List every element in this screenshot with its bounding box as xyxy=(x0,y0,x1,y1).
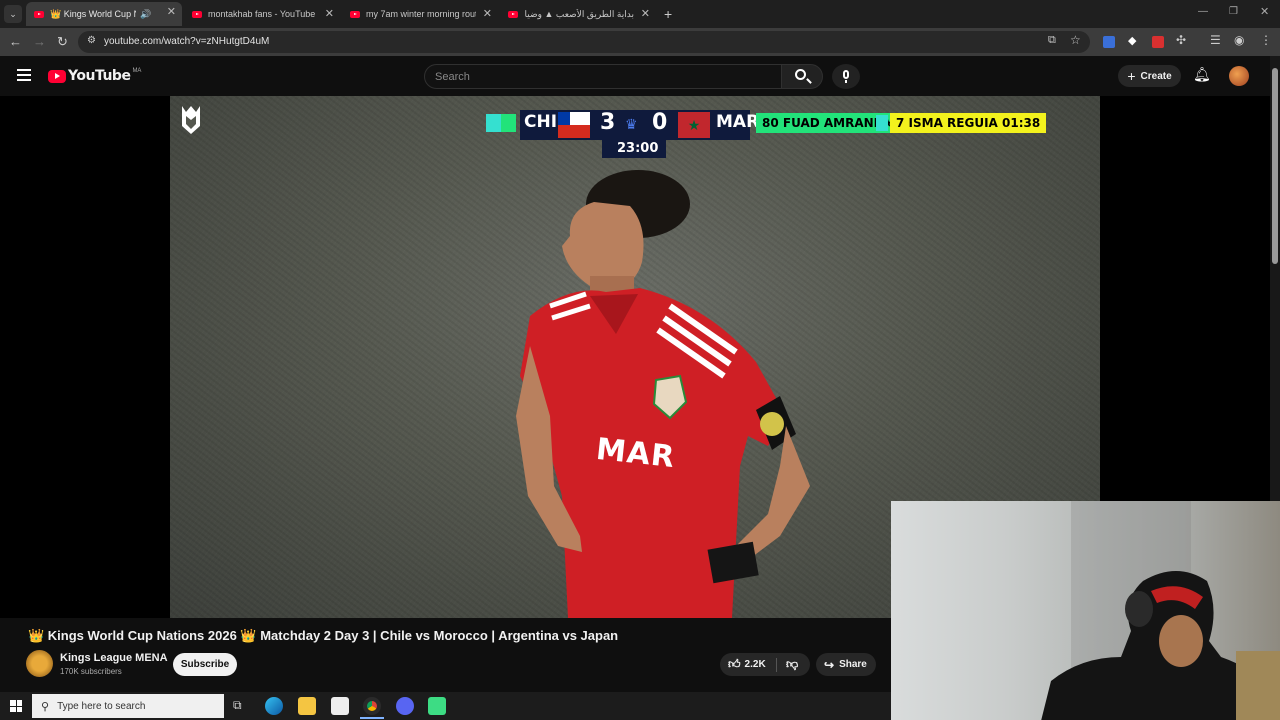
hamburger-menu-icon[interactable] xyxy=(17,69,31,81)
close-window-icon[interactable]: ✕ xyxy=(1260,5,1269,18)
subscriber-count: 170K subscribers xyxy=(60,667,122,676)
plus-icon: + xyxy=(1127,68,1136,84)
avatar[interactable] xyxy=(1229,66,1249,86)
tab-arabic-video[interactable]: بداية الطريق الأصعب ▲ وضياف ✕ xyxy=(500,4,656,24)
red-extension-icon[interactable] xyxy=(1152,36,1164,48)
cabinet xyxy=(1236,651,1280,720)
tab-search-button[interactable]: ⌄ xyxy=(4,5,22,23)
kings-emblem-icon: ♛ xyxy=(625,116,638,132)
close-tab-icon[interactable]: ✕ xyxy=(483,7,492,20)
taskbar-search-placeholder: Type here to search xyxy=(57,700,146,712)
scrollbar-thumb[interactable] xyxy=(1272,68,1278,264)
address-bar[interactable]: ⚙ youtube.com/watch?v=zNHutgtD4uM ⧉ ☆ xyxy=(78,31,1090,53)
tab-bar: ⌄ 👑 Kings World Cup Nations 🔊 ✕ montakha… xyxy=(0,0,1280,28)
restore-icon[interactable]: ❐ xyxy=(1229,6,1238,17)
card-separator xyxy=(876,115,888,131)
voice-search-button[interactable] xyxy=(832,64,860,89)
dislike-button[interactable]: 👎︎ xyxy=(777,657,798,672)
share-button[interactable]: ↪ Share xyxy=(816,653,876,676)
tab-kings-world-cup[interactable]: 👑 Kings World Cup Nations 🔊 ✕ xyxy=(26,2,182,26)
bookmark-star-icon[interactable]: ☆ xyxy=(1070,33,1081,47)
thumbs-up-icon: 👍︎ xyxy=(728,657,741,671)
install-icon[interactable]: ⧉ xyxy=(1048,34,1056,47)
tab-label: بداية الطريق الأصعب ▲ وضياف xyxy=(524,8,634,19)
taskbar-search[interactable]: ⚲ Type here to search xyxy=(32,694,224,718)
region-code: MA xyxy=(132,68,142,74)
puzzle-extensions-icon[interactable]: ✣ xyxy=(1176,33,1186,47)
speaker-icon[interactable]: 🔊 xyxy=(140,9,151,20)
browser-toolbar: ← → ↻ ⚙ youtube.com/watch?v=zNHutgtD4uM … xyxy=(0,28,1280,56)
edge-icon[interactable] xyxy=(265,697,283,715)
search-input[interactable] xyxy=(425,65,725,88)
close-tab-icon[interactable]: ✕ xyxy=(167,5,176,18)
like-count: 2.2K xyxy=(744,659,766,670)
scoreboard-accent xyxy=(486,114,516,132)
thumbs-down-icon: 👎︎ xyxy=(786,657,799,671)
discord-icon[interactable] xyxy=(396,697,414,715)
chile-flag-icon xyxy=(558,112,590,138)
windows-start-icon[interactable] xyxy=(10,700,22,712)
new-tab-icon[interactable]: + xyxy=(664,6,672,22)
away-team: MAR xyxy=(716,112,760,132)
extension-icon[interactable]: ◆ xyxy=(1128,34,1136,47)
player-figure xyxy=(516,170,810,618)
windows-taskbar: ⚲ Type here to search ⧉ xyxy=(0,692,891,720)
forward-icon[interactable]: → xyxy=(33,33,46,51)
match-clock: 23:00 xyxy=(617,141,659,156)
menu-icon[interactable]: ⋮ xyxy=(1260,33,1272,47)
search-box xyxy=(424,64,782,89)
tab-label: my 7am winter morning routine xyxy=(366,9,476,19)
tab-montakhab-fans[interactable]: montakhab fans - YouTube ✕ xyxy=(184,4,340,24)
search-icon: ⚲ xyxy=(41,700,50,713)
player-card-2: 7 ISMA REGUIA 01:38 xyxy=(890,113,1047,133)
profile-icon[interactable]: ◉ xyxy=(1234,33,1244,47)
close-tab-icon[interactable]: ✕ xyxy=(325,7,334,20)
back-icon[interactable]: ← xyxy=(9,33,22,51)
microphone-icon xyxy=(843,70,849,79)
chrome-icon[interactable] xyxy=(363,697,381,715)
create-label: Create xyxy=(1140,70,1172,82)
create-button[interactable]: + Create xyxy=(1118,65,1181,87)
share-label: Share xyxy=(839,659,867,670)
youtube-favicon-icon xyxy=(508,10,518,18)
away-score: 0 xyxy=(652,110,668,135)
webcam-overlay xyxy=(891,501,1280,720)
notifications-bell-icon[interactable]: 🔔︎ xyxy=(1193,66,1211,83)
home-score: 3 xyxy=(600,110,616,135)
url-text: youtube.com/watch?v=zNHutgtD4uM xyxy=(104,36,270,47)
channel-name[interactable]: Kings League MENA xyxy=(60,652,168,664)
search-button[interactable] xyxy=(781,64,823,89)
android-app-icon[interactable] xyxy=(428,697,446,715)
youtube-favicon-icon xyxy=(350,10,360,18)
youtube-header: YouTube MA + Create 🔔︎ xyxy=(0,56,1280,96)
youtube-favicon-icon xyxy=(192,10,202,18)
share-icon: ↪ xyxy=(824,657,835,672)
reading-list-icon[interactable]: ☰ xyxy=(1210,33,1221,47)
chrome-active-indicator xyxy=(360,717,384,719)
search-icon xyxy=(795,69,806,80)
like-dislike-group: 👍︎ 2.2K 👎︎ xyxy=(720,653,810,676)
translate-extension-icon[interactable] xyxy=(1103,36,1115,48)
morocco-flag-icon: ★ xyxy=(678,112,710,138)
kings-league-logo-icon xyxy=(182,106,200,134)
task-view-icon[interactable]: ⧉ xyxy=(233,698,242,713)
minimize-icon[interactable]: — xyxy=(1198,6,1208,17)
tab-winter-routine[interactable]: my 7am winter morning routine ✕ xyxy=(342,4,498,24)
like-button[interactable]: 👍︎ 2.2K xyxy=(720,657,776,672)
video-title: 👑 Kings World Cup Nations 2026 👑 Matchda… xyxy=(28,628,619,643)
youtube-logo-text: YouTube xyxy=(68,68,131,84)
subscribe-button[interactable]: Subscribe xyxy=(173,653,237,676)
close-tab-icon[interactable]: ✕ xyxy=(641,7,650,20)
youtube-favicon-icon xyxy=(34,10,44,18)
store-icon[interactable] xyxy=(331,697,349,715)
tab-label: montakhab fans - YouTube xyxy=(208,9,316,19)
home-team: CHI xyxy=(524,112,558,132)
channel-avatar[interactable] xyxy=(26,650,53,677)
youtube-play-icon xyxy=(48,69,66,83)
file-explorer-icon[interactable] xyxy=(298,697,316,715)
site-info-icon[interactable]: ⚙ xyxy=(87,35,96,46)
reload-icon[interactable]: ↻ xyxy=(57,33,68,51)
youtube-logo[interactable]: YouTube MA xyxy=(48,68,141,84)
tab-label: 👑 Kings World Cup Nations xyxy=(50,8,136,19)
